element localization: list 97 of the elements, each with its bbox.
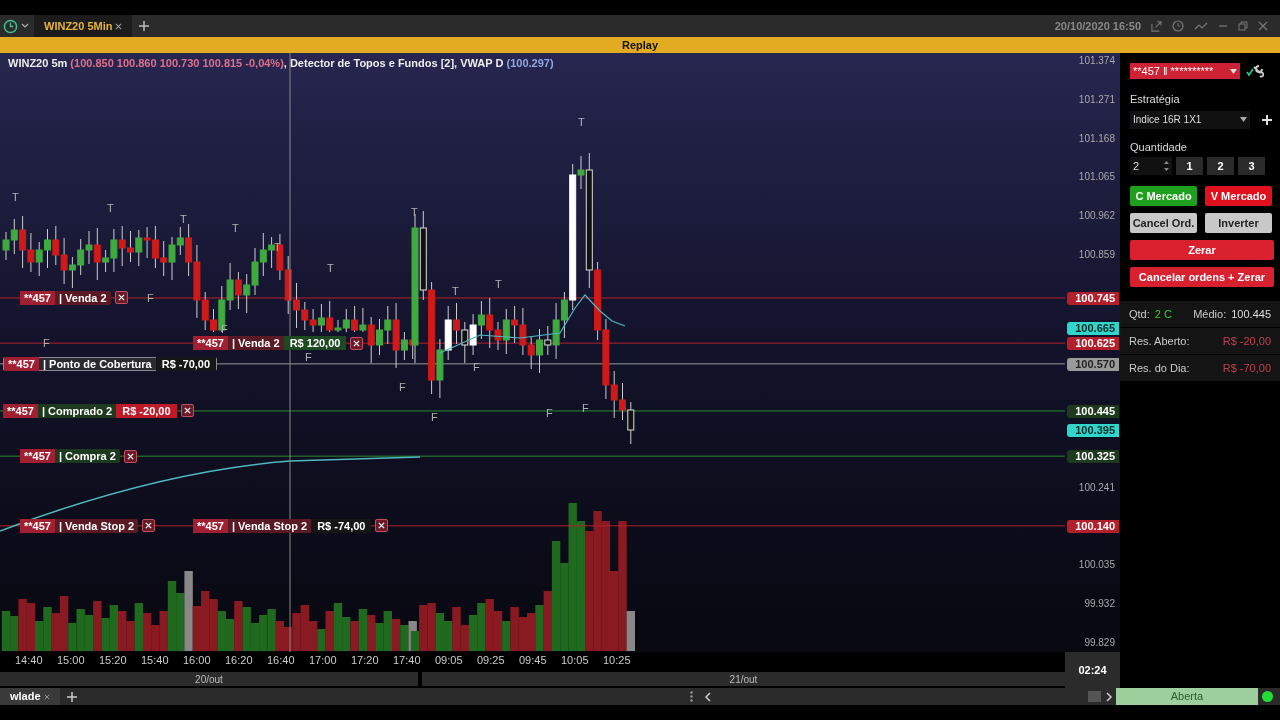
position-label: Qtd: — [1129, 306, 1150, 322]
time-axis-label: 09:45 — [519, 655, 547, 666]
average-value: 100.445 — [1231, 306, 1271, 322]
account-badge: **457 — [20, 290, 55, 305]
axis-label: 101.168 — [1078, 133, 1115, 144]
account-badge: **457 — [193, 336, 228, 351]
result-value: R$ -70,00 — [1222, 360, 1271, 376]
price-tag: 100.395 — [1067, 423, 1119, 437]
chart-marker-text: T — [180, 214, 187, 225]
time-axis-label: 15:20 — [99, 655, 127, 666]
pnl-text: R$ -70,00 — [155, 356, 217, 371]
countdown-box: 02:24 — [1065, 652, 1120, 688]
field-label: Quantidade — [1130, 139, 1188, 155]
quantity-button[interactable]: 3 — [1238, 157, 1265, 175]
pnl-text: R$ -20,00 — [116, 403, 177, 418]
time-axis-label: 10:25 — [603, 655, 631, 666]
account-badge: **457 — [4, 356, 39, 371]
order-button[interactable]: Zerar — [1130, 240, 1274, 260]
order-text: | Venda 2 — [57, 290, 108, 305]
account-badge: **457 — [3, 403, 38, 418]
pnl-text: R$ 120,00 — [283, 336, 347, 351]
chart-marker-text: T — [107, 203, 114, 214]
price-tag: 100.140 — [1067, 519, 1119, 533]
date-bar: 21/out — [422, 672, 1065, 686]
time-axis-label: 16:40 — [267, 655, 295, 666]
axis-label: 100.035 — [1078, 560, 1115, 571]
pnl-text: R$ -74,00 — [311, 518, 372, 533]
quantity-button[interactable]: 1 — [1176, 157, 1203, 175]
account-badge: **457 — [20, 449, 55, 464]
chart-legend: WINZ20 5m (100.850 100.860 100.730 100.815 -0,04%), Detector de Topos e Fundos [2], VWAP D (100.297) — [8, 55, 554, 72]
chart-marker-text: T — [12, 192, 19, 203]
chart-marker-text: F — [399, 382, 406, 393]
time-axis-label: 17:20 — [351, 655, 379, 666]
axis-label: 99.932 — [1084, 599, 1115, 610]
quantity-field[interactable]: 2 — [1130, 157, 1172, 175]
axis-label: 100.962 — [1078, 211, 1115, 222]
chart-marker-text: T — [411, 207, 418, 218]
axis-label: 101.065 — [1078, 172, 1115, 183]
order-text: | Comprado 2 — [40, 403, 114, 418]
chart-marker-text: T — [232, 223, 239, 234]
time-axis-label: 15:40 — [141, 655, 169, 666]
time-axis-label: 17:40 — [393, 655, 421, 666]
order-text: | Ponto de Cobertura — [41, 356, 153, 371]
position-value: 2 C — [1154, 306, 1172, 322]
order-text: | Compra 2 — [57, 449, 117, 464]
price-tag: 100.570 — [1067, 357, 1119, 371]
result-label: Res. Aberto: — [1129, 333, 1190, 349]
chart-marker-text: T — [495, 279, 502, 290]
strategy-select[interactable]: Indice 16R 1X1 — [1130, 110, 1250, 129]
status-badge: Aberta — [1116, 688, 1258, 705]
date-bar: 20/out — [0, 672, 418, 686]
order-text: | Venda 2 — [230, 336, 281, 351]
time-axis-label: 09:05 — [435, 655, 463, 666]
result-label: Res. do Dia: — [1129, 360, 1190, 376]
workspace-tab[interactable]: wlade — [0, 688, 60, 705]
chart-marker-text: F — [546, 408, 553, 419]
order-text: | Venda Stop 2 — [57, 518, 136, 533]
datetime-text: 20/10/2020 16:50 — [1054, 18, 1141, 34]
axis-label: 101.374 — [1078, 56, 1115, 66]
chart-marker-text: T — [452, 286, 459, 297]
order-button[interactable]: V Mercado — [1205, 186, 1272, 206]
order-button[interactable]: Inverter — [1205, 213, 1272, 233]
account-badge: **457 — [20, 518, 55, 533]
chart-marker-text: F — [431, 412, 438, 423]
axis-label: 100.241 — [1078, 482, 1115, 493]
order-text: | Venda Stop 2 — [230, 518, 309, 533]
time-axis-label: 15:00 — [57, 655, 85, 666]
chart-marker-text: T — [327, 263, 334, 274]
time-axis-label: 16:20 — [225, 655, 253, 666]
time-axis-label: 17:00 — [309, 655, 337, 666]
axis-label: 99.829 — [1084, 638, 1115, 648]
price-tag: 100.445 — [1067, 404, 1119, 418]
axis-label: 101.271 — [1078, 94, 1115, 105]
order-button[interactable]: Cancel Ord. — [1130, 213, 1197, 233]
chart-marker-text: T — [578, 117, 585, 128]
chart-tab[interactable]: WINZ20 5Min — [34, 15, 132, 37]
time-axis-label: 16:00 — [183, 655, 211, 666]
quantity-button[interactable]: 2 — [1207, 157, 1234, 175]
price-tag: 100.745 — [1067, 291, 1119, 305]
price-tag: 100.665 — [1067, 322, 1119, 336]
average-label: Médio: — [1193, 306, 1227, 322]
order-button[interactable]: Cancelar ordens + Zerar — [1130, 267, 1274, 287]
time-axis-label: 14:40 — [15, 655, 43, 666]
chart-marker-text: F — [582, 403, 589, 414]
account-badge: **457 — [193, 518, 228, 533]
account-select[interactable]: **457 ‖ ********** — [1130, 63, 1240, 79]
chart-marker-text: F — [221, 324, 228, 335]
price-tag: 100.625 — [1067, 337, 1119, 351]
price-tag: 100.325 — [1067, 450, 1119, 464]
field-label: Estratégia — [1130, 92, 1181, 107]
replay-banner: Replay — [0, 37, 1280, 53]
time-axis-label: 10:05 — [561, 655, 589, 666]
chart-marker-text: F — [473, 362, 480, 373]
chart-marker-text: F — [305, 352, 312, 363]
time-axis-label: 09:25 — [477, 655, 505, 666]
result-value: R$ -20,00 — [1222, 333, 1271, 349]
axis-label: 100.859 — [1078, 250, 1115, 260]
